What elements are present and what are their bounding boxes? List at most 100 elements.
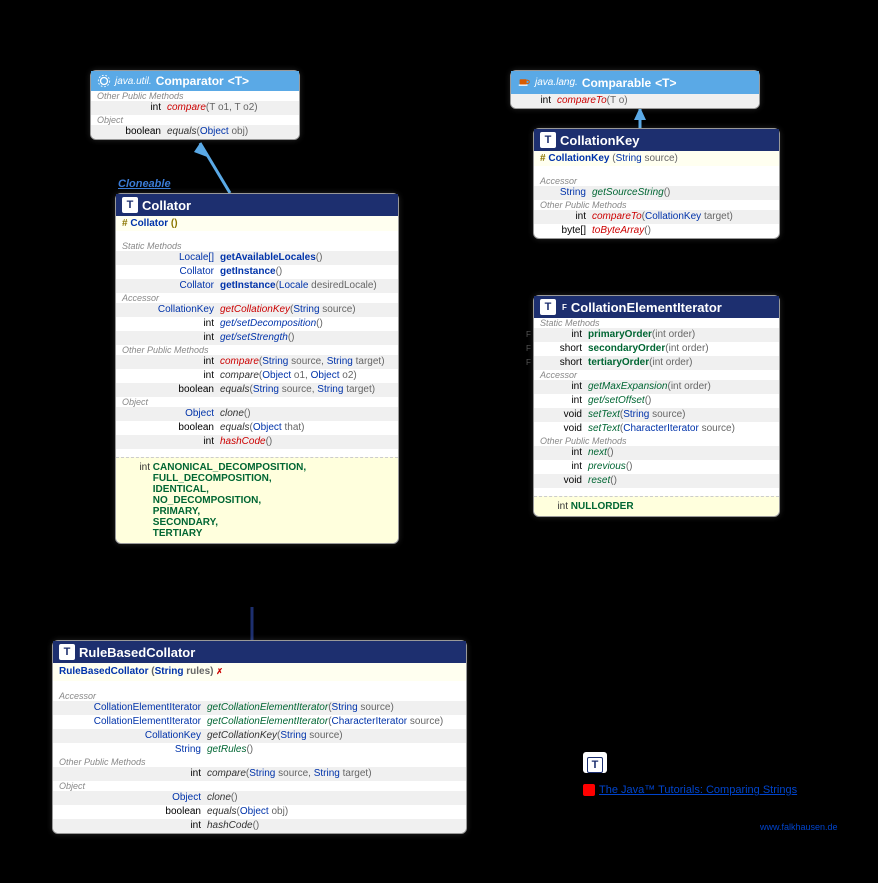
box-collator: T Collator # Collator () Static Methods …: [115, 193, 399, 544]
params: (T o1, T o2): [206, 101, 258, 115]
return-type: boolean: [97, 125, 167, 139]
method-name: clone: [207, 791, 231, 805]
return-type: Object: [122, 407, 220, 421]
section-label: Accessor: [534, 176, 779, 186]
return-type: int: [540, 394, 588, 408]
section-label: Other Public Methods: [53, 757, 466, 767]
return-type: short: [540, 356, 588, 370]
return-type: int: [59, 819, 207, 833]
section-label: Object: [91, 115, 299, 125]
method-row: intcompareTo(CollationKey target): [534, 210, 779, 224]
method-name: compare: [167, 101, 206, 115]
method-name: compare: [220, 355, 259, 369]
method-name: primaryOrder: [588, 328, 652, 342]
box-comparator: java.util. Comparator <T> Other Public M…: [90, 70, 300, 140]
method-name: tertiaryOrder: [588, 356, 649, 370]
comparator-pkg: java.util.: [115, 76, 152, 87]
method-row: byte[]toByteArray(): [534, 224, 779, 238]
return-type: int: [540, 460, 588, 474]
header-cei: TF CollationElementIterator: [534, 296, 779, 318]
method-row: CollationKeygetCollationKey(String sourc…: [53, 729, 466, 743]
constants-block: int NULLORDER: [534, 496, 779, 516]
params: (): [231, 791, 238, 805]
method-row: intget/setStrength(): [116, 331, 398, 345]
cei-name: CollationElementIterator: [571, 300, 722, 315]
comparator-generic: <T>: [228, 74, 249, 88]
method-row: intnext(): [534, 446, 779, 460]
params: (String rules): [151, 665, 213, 679]
method-name: getInstance: [220, 265, 276, 279]
comparable-name: Comparable: [582, 76, 651, 90]
cup-icon: [517, 74, 531, 91]
method-name: getInstance: [220, 279, 276, 293]
return-type: String: [540, 186, 592, 200]
section-label: Other Public Methods: [91, 91, 299, 101]
params: (): [288, 331, 295, 345]
section-label: Other Public Methods: [534, 436, 779, 446]
params: (): [610, 474, 617, 488]
return-type: CollationElementIterator: [59, 715, 207, 729]
method-name: setText: [588, 422, 620, 436]
t-icon: T: [540, 132, 556, 148]
params: (): [246, 743, 253, 757]
params: (): [276, 265, 283, 279]
return-type: void: [540, 408, 588, 422]
t-icon: T: [59, 644, 75, 660]
cloneable-label[interactable]: Cloneable: [118, 178, 171, 190]
return-type: String: [59, 743, 207, 757]
method-row: intget/setDecomposition(): [116, 317, 398, 331]
constructor-row: RuleBasedCollator (String rules) ✗: [53, 663, 466, 681]
site-link[interactable]: www.falkhausen.de: [760, 822, 838, 832]
return-type: int: [540, 328, 588, 342]
return-type: int: [540, 446, 588, 460]
method-name: getCollationKey: [220, 303, 290, 317]
return-type: void: [540, 422, 588, 436]
section-label: Object: [116, 397, 398, 407]
params: (): [253, 819, 260, 833]
box-collationkey: T CollationKey # CollationKey (String so…: [533, 128, 780, 239]
params: (Object obj): [196, 125, 248, 139]
method-row: StringgetSourceString(): [534, 186, 779, 200]
method-row: FintprimaryOrder(int order): [534, 328, 779, 342]
header-comparable: java.lang. Comparable <T>: [511, 71, 759, 94]
method-row: booleanequals(String source, String targ…: [116, 383, 398, 397]
method-name: getCollationElementIterator: [207, 715, 328, 729]
params: (String source, String target): [249, 383, 375, 397]
params: (String source): [620, 408, 686, 422]
method-row: CollationKeygetCollationKey(String sourc…: [116, 303, 398, 317]
section-label: Static Methods: [116, 241, 398, 251]
method-row: booleanequals(Object that): [116, 421, 398, 435]
params: (String source): [277, 729, 343, 743]
params: (int order): [665, 342, 708, 356]
comparable-pkg: java.lang.: [535, 77, 578, 88]
params: (Locale desiredLocale): [276, 279, 377, 293]
params: (): [244, 407, 251, 421]
return-type: int: [122, 355, 220, 369]
gear-icon: [97, 74, 111, 88]
method-name: getCollationElementIterator: [207, 701, 328, 715]
method-row: intprevious(): [534, 460, 779, 474]
box-rulebasedcollator: T RuleBasedCollator RuleBasedCollator (S…: [52, 640, 467, 834]
method-name: get/setDecomposition: [220, 317, 316, 331]
comparable-generic: <T>: [655, 76, 676, 90]
params: (): [645, 394, 652, 408]
return-type: CollationKey: [122, 303, 220, 317]
params: (CharacterIterator source): [328, 715, 443, 729]
method-row: intcompare(Object o1, Object o2): [116, 369, 398, 383]
params: (int order): [668, 380, 711, 394]
return-type: Locale[]: [122, 251, 220, 265]
return-type: boolean: [59, 805, 207, 819]
final-badge: F: [562, 303, 567, 312]
method-name: equals: [220, 421, 249, 435]
section-label: Accessor: [53, 691, 466, 701]
params: (): [664, 186, 671, 200]
method-row: FshortsecondaryOrder(int order): [534, 342, 779, 356]
method-name: getCollationKey: [207, 729, 277, 743]
final-mark: F: [526, 356, 531, 370]
tutorial-link[interactable]: The Java™ Tutorials: Comparing Strings: [583, 784, 797, 796]
params: (Object obj): [236, 805, 288, 819]
method-name: equals: [167, 125, 196, 139]
ck-name: CollationKey: [560, 133, 639, 148]
return-type: short: [540, 342, 588, 356]
method-name: hashCode: [220, 435, 266, 449]
